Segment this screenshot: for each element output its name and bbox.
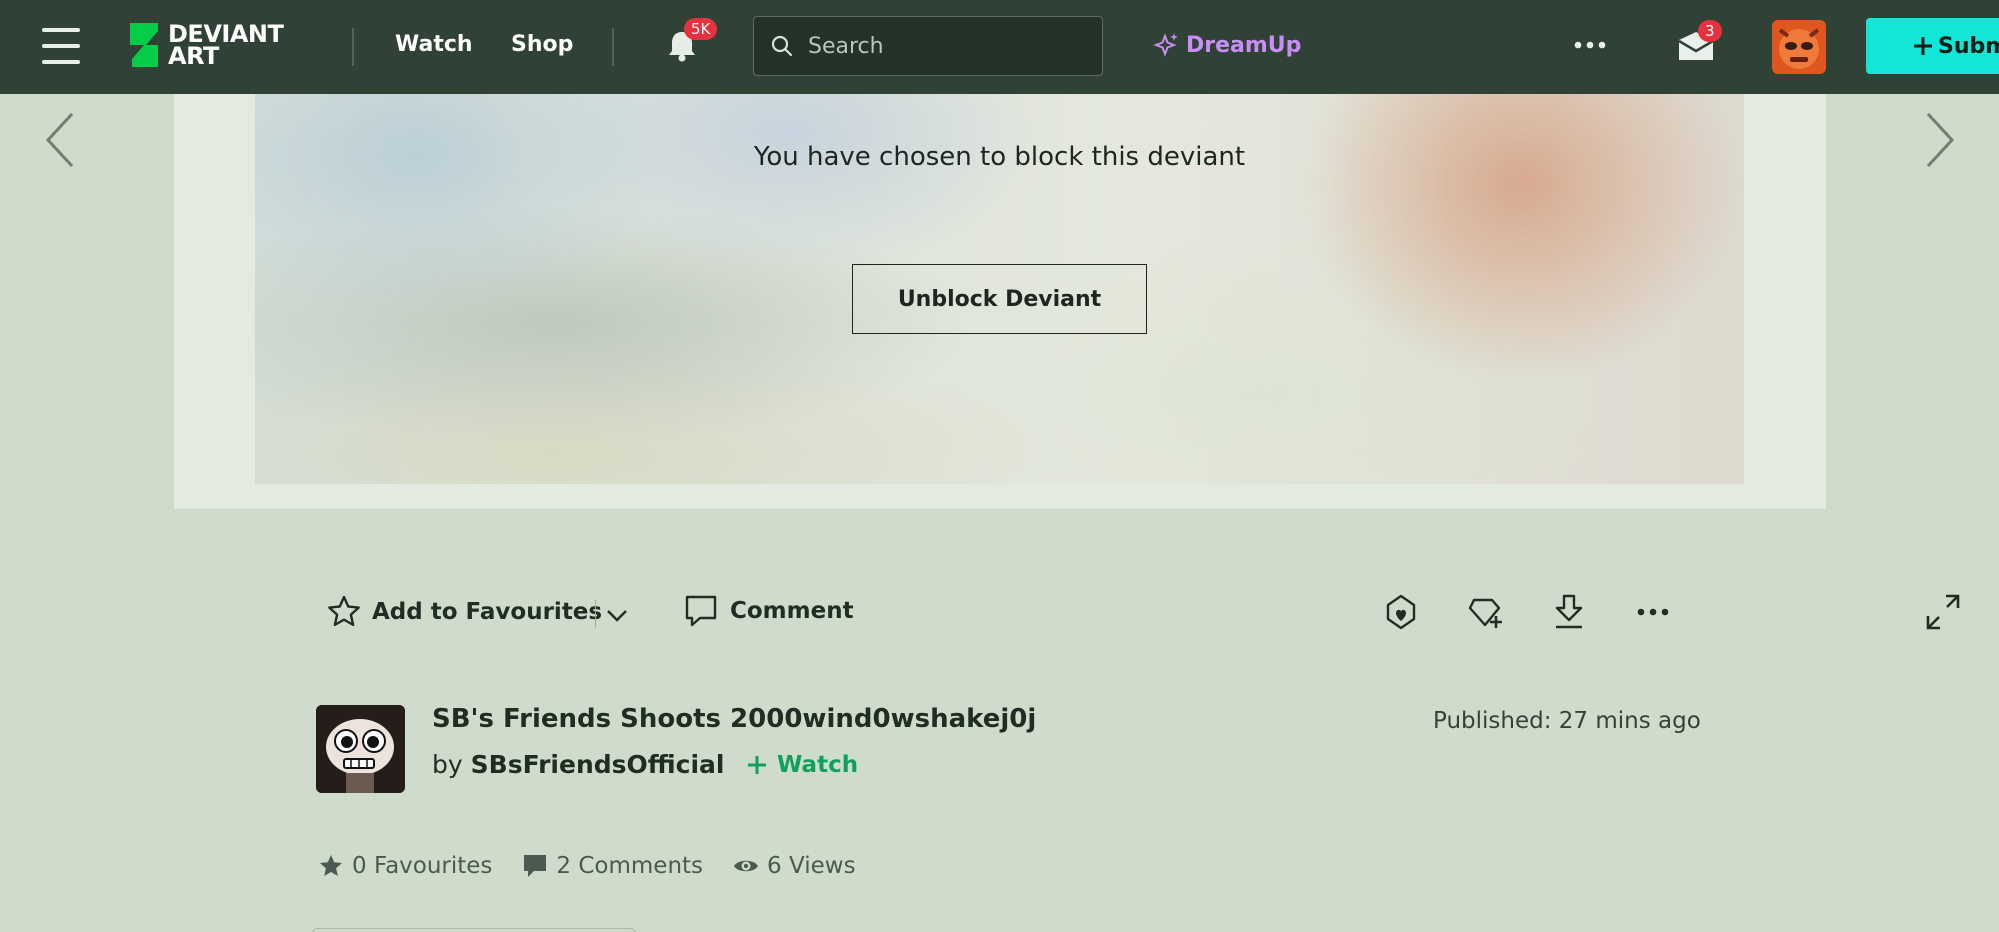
search-input[interactable] xyxy=(808,33,1088,59)
comment-button[interactable]: Comment xyxy=(684,594,854,628)
more-actions-icon[interactable] xyxy=(1634,592,1672,632)
expand-icon[interactable] xyxy=(1924,592,1962,632)
views-count: 6 Views xyxy=(767,853,856,879)
tag-chip[interactable] xyxy=(312,928,636,932)
download-icon[interactable] xyxy=(1550,592,1588,632)
watch-author-button[interactable]: Watch xyxy=(745,752,858,778)
nav-shop-link[interactable]: Shop xyxy=(511,32,573,57)
comments-stat[interactable]: 2 Comments xyxy=(522,853,703,879)
avatar-image xyxy=(1772,20,1826,74)
published-date: Published: 27 mins ago xyxy=(1433,708,1701,734)
logo-line-2: ART xyxy=(168,42,219,70)
deviantart-logo[interactable]: DEVIANT ART xyxy=(128,20,284,70)
unblock-deviant-button[interactable]: Unblock Deviant xyxy=(852,264,1147,334)
notifications-button[interactable]: 5K xyxy=(664,18,718,64)
add-to-favourites-button[interactable]: Add to Favourites xyxy=(326,594,602,630)
watch-label: Watch xyxy=(777,752,859,778)
star-icon xyxy=(328,595,360,627)
comments-count: 2 Comments xyxy=(556,853,704,879)
divider xyxy=(612,28,614,66)
top-bar: DEVIANT ART Watch Shop 5K DreamUp xyxy=(0,0,1999,94)
comment-label: Comment xyxy=(730,598,854,624)
dreamup-link[interactable]: DreamUp xyxy=(1150,30,1301,60)
next-arrow-icon[interactable] xyxy=(1922,110,1958,170)
plus-icon xyxy=(1914,37,1932,55)
favourites-stat[interactable]: 0 Favourites xyxy=(318,853,492,879)
comment-icon xyxy=(685,595,717,627)
author-link[interactable]: SBsFriendsOfficial xyxy=(471,750,725,779)
user-avatar[interactable] xyxy=(1772,20,1826,74)
author-avatar[interactable] xyxy=(316,705,405,793)
comment-icon xyxy=(524,855,547,877)
eye-icon xyxy=(734,860,759,872)
dreamup-label: DreamUp xyxy=(1186,32,1302,58)
notifications-badge: 5K xyxy=(684,18,718,40)
add-gem-icon[interactable] xyxy=(1466,592,1504,632)
search-icon xyxy=(771,35,793,57)
by-prefix: by xyxy=(432,750,463,779)
divider xyxy=(595,600,596,628)
views-stat: 6 Views xyxy=(733,853,856,879)
byline: by SBsFriendsOfficial xyxy=(432,750,724,779)
messages-badge: 3 xyxy=(1698,20,1722,42)
author-avatar-image xyxy=(316,705,405,793)
more-options-icon[interactable] xyxy=(1572,36,1608,54)
gift-heart-icon[interactable] xyxy=(1382,592,1420,632)
star-icon xyxy=(320,855,342,876)
chevron-down-icon[interactable] xyxy=(604,602,630,628)
plus-icon xyxy=(748,756,766,774)
search-box[interactable] xyxy=(753,16,1103,76)
deviation-stats: 0 Favourites 2 Comments 6 Views xyxy=(318,853,886,879)
submit-button[interactable]: Submit xyxy=(1866,18,1999,74)
menu-icon[interactable] xyxy=(42,28,80,64)
logo-wordmark: DEVIANT ART xyxy=(168,22,284,70)
block-message: You have chosen to block this deviant xyxy=(753,142,1246,172)
divider xyxy=(352,28,354,66)
nav-watch-link[interactable]: Watch xyxy=(395,32,473,57)
deviation-title: SB's Friends Shoots 2000wind0wshakej0j xyxy=(432,704,1037,734)
favourites-count: 0 Favourites xyxy=(352,853,493,879)
previous-arrow-icon[interactable] xyxy=(42,110,78,170)
deviantart-logo-mark-icon xyxy=(130,23,158,67)
sparkle-icon xyxy=(1153,33,1178,57)
messages-button[interactable]: 3 xyxy=(1676,20,1722,64)
favourite-label: Add to Favourites xyxy=(372,599,603,625)
submit-label: Submit xyxy=(1938,33,1999,59)
